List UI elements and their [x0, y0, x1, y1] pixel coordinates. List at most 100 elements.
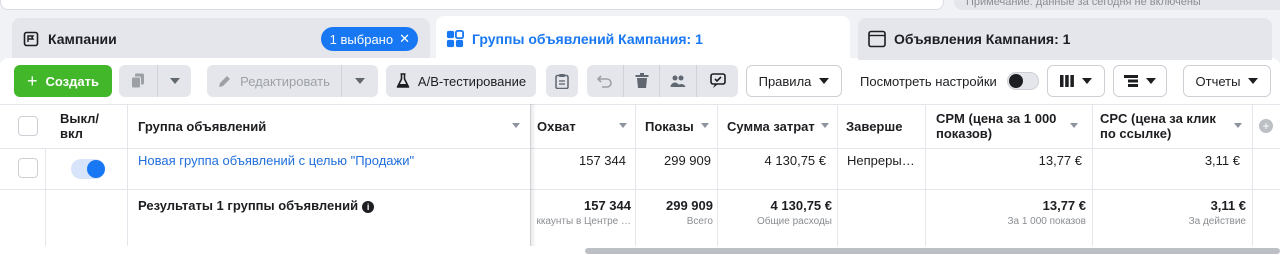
totals-spend-sub: Общие расходы [756, 216, 832, 227]
totals-impressions-sub: Всего [686, 216, 713, 227]
row-ends: Непреры… [847, 153, 915, 168]
rules-label: Правила [758, 73, 812, 89]
sort-icon [619, 123, 627, 128]
horizontal-scrollbar[interactable] [585, 248, 1280, 254]
sort-icon [1070, 123, 1078, 128]
col-header-cpc[interactable]: CPC (цена за клик по ссылке) [1100, 104, 1250, 148]
automated-rule-button[interactable] [696, 65, 738, 97]
clipboard-button[interactable] [546, 65, 578, 97]
chevron-down-icon [355, 78, 365, 84]
col-divider [1092, 104, 1093, 246]
sort-icon [1234, 123, 1242, 128]
chevron-down-icon [1146, 78, 1156, 84]
col-divider [837, 104, 838, 246]
duplicate-button[interactable] [119, 65, 157, 97]
adset-name-link[interactable]: Новая группа объявлений с целью "Продажи… [138, 153, 414, 168]
clipboard-icon [555, 74, 569, 89]
col-header-onoff[interactable]: Выкл/ вкл [60, 104, 120, 148]
col-header-ends-label: Заверше [846, 118, 903, 134]
undo-button[interactable] [587, 65, 623, 97]
totals-cpm: 13,77 € [1042, 198, 1086, 213]
toggle-knob [87, 160, 105, 178]
col-header-onoff-label: Выкл/ вкл [60, 111, 100, 141]
col-header-ends[interactable]: Заверше [846, 104, 908, 148]
totals-cpm-sub: За 1 000 показов [1007, 216, 1086, 227]
adset-grid-icon [446, 30, 464, 48]
sort-icon [701, 123, 709, 128]
row-cpc: 3,11 € [1204, 153, 1240, 168]
data-note: Примечание: данные за сегодня не включен… [954, 0, 1280, 10]
add-column-icon[interactable]: + [1259, 119, 1273, 133]
ab-test-button[interactable]: A/B-тестирование [386, 65, 536, 97]
ab-test-label: A/B-тестирование [417, 73, 527, 89]
totals-cpc: 3,11 € [1210, 198, 1246, 213]
totals-reach-sub: ккаунты в Центре … [536, 216, 631, 227]
clear-selection-icon[interactable]: ✕ [399, 31, 410, 47]
tab-ads[interactable]: Объявления Кампания: 1 [858, 18, 1272, 60]
col-header-spend[interactable]: Сумма затрат [727, 104, 837, 148]
row-cpm: 13,77 € [1038, 153, 1082, 168]
ad-window-icon [868, 30, 886, 48]
sort-icon [821, 123, 829, 128]
search-box[interactable] [0, 0, 944, 10]
col-header-impressions[interactable]: Показы [645, 104, 717, 148]
col-header-cpm-label: CPM (цена за 1 000 показов) [936, 111, 1057, 141]
create-button[interactable]: + Создать [14, 65, 112, 97]
create-label: Создать [45, 73, 99, 89]
col-divider [1252, 104, 1253, 246]
breakdown-icon [1124, 75, 1138, 87]
col-header-reach[interactable]: Охват [537, 104, 635, 148]
row-divider [0, 189, 1280, 190]
col-header-adset[interactable]: Группа объявлений [138, 104, 528, 148]
delete-button[interactable] [623, 65, 659, 97]
undo-icon [597, 75, 612, 88]
chevron-down-icon [1082, 78, 1092, 84]
chevron-down-icon [819, 78, 830, 84]
message-rule-icon [709, 73, 726, 88]
totals-label-wrap: Результаты 1 группы объявлений i [138, 198, 375, 213]
columns-icon [1060, 75, 1074, 87]
top-strip: Примечание: данные за сегодня не включен… [0, 0, 1280, 14]
tab-adsets-label: Группы объявлений Кампания: 1 [472, 31, 703, 47]
reports-button[interactable]: Отчеты [1183, 65, 1271, 97]
row-impressions: 299 909 [664, 153, 711, 168]
campaign-flag-icon [22, 30, 40, 48]
col-divider [717, 104, 718, 246]
audience-button[interactable] [659, 65, 696, 97]
breakdown-button[interactable] [1113, 65, 1167, 97]
tab-campaigns[interactable]: Кампании 1 выбрано ✕ [12, 18, 430, 60]
edit-dropdown-button[interactable] [341, 65, 378, 97]
edit-label: Редактировать [240, 73, 330, 89]
toolbar: + Создать Редактировать A/B-тестирование… [0, 58, 1280, 102]
tab-adsets[interactable]: Группы объявлений Кампания: 1 [436, 16, 850, 62]
pencil-icon [219, 76, 231, 87]
selected-badge[interactable]: 1 выбрано ✕ [320, 27, 418, 51]
view-settings-toggle[interactable] [1006, 72, 1039, 90]
edit-button[interactable]: Редактировать [207, 65, 341, 97]
select-all-checkbox[interactable] [18, 116, 38, 136]
col-header-cpc-label: CPC (цена за клик по ссылке) [1100, 111, 1216, 141]
col-divider [127, 104, 128, 246]
selected-badge-text: 1 выбрано [329, 31, 394, 47]
chevron-down-icon [1248, 78, 1259, 84]
view-settings[interactable]: Посмотреть настройки [860, 72, 1039, 90]
col-header-impressions-label: Показы [645, 118, 694, 134]
flask-icon [396, 73, 410, 88]
view-settings-label: Посмотреть настройки [860, 73, 997, 89]
row-checkbox[interactable] [18, 158, 38, 178]
totals-spend: 4 130,75 € [770, 198, 832, 213]
row-spend: 4 130,75 € [764, 153, 826, 168]
columns-button[interactable] [1047, 65, 1105, 97]
adset-on-toggle[interactable] [71, 159, 105, 179]
info-icon[interactable]: i [362, 200, 375, 213]
col-divider [45, 148, 46, 246]
header-divider [0, 148, 1280, 149]
col-header-cpm[interactable]: CPM (цена за 1 000 показов) [936, 104, 1086, 148]
duplicate-dropdown-button[interactable] [157, 65, 191, 97]
rules-button[interactable]: Правила [746, 65, 842, 97]
totals-label: Результаты 1 группы объявлений [138, 198, 359, 213]
col-header-reach-label: Охват [537, 118, 576, 134]
col-header-spend-label: Сумма затрат [727, 118, 815, 134]
duplicate-icon [131, 73, 144, 89]
row-reach: 157 344 [579, 153, 626, 168]
